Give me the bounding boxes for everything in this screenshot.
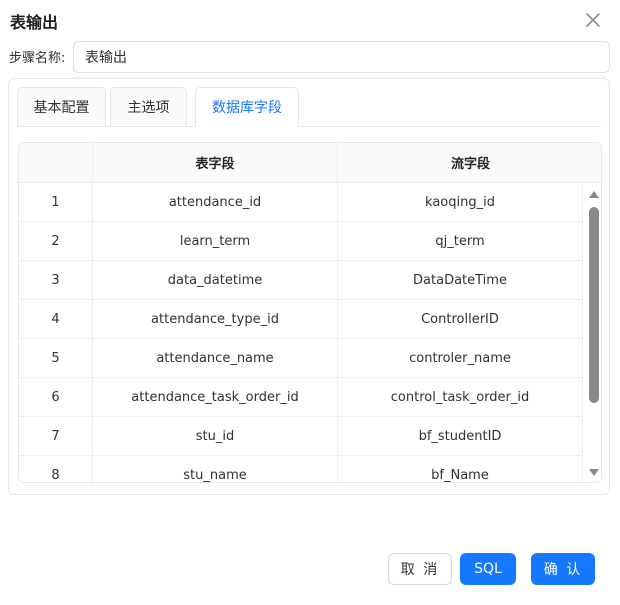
row-index: 3 (19, 261, 93, 299)
row-index: 8 (19, 456, 93, 482)
confirm-button[interactable]: 确 认 (531, 553, 595, 585)
header-stream-field: 流字段 (450, 157, 490, 172)
cancel-button[interactable]: 取 消 (388, 553, 452, 585)
table-field-cell[interactable]: attendance_id (93, 183, 338, 221)
row-index: 2 (19, 222, 93, 260)
stream-field-cell[interactable]: bf_Name (338, 456, 583, 482)
row-index: 7 (19, 417, 93, 455)
table-field-cell[interactable]: stu_name (93, 456, 338, 482)
tab-database-fields[interactable]: 数据库字段 (195, 87, 299, 127)
header-index (19, 143, 93, 182)
tab-basic-config[interactable]: 基本配置 (17, 87, 106, 127)
table-row[interactable]: 3 data_datetime DataDateTime (19, 261, 583, 300)
table-row[interactable]: 7 stu_id bf_studentID (19, 417, 583, 456)
table-field-cell[interactable]: attendance_type_id (93, 300, 338, 338)
close-button[interactable] (583, 10, 603, 30)
step-name-input[interactable] (73, 41, 610, 73)
stream-field-cell[interactable]: kaoqing_id (338, 183, 583, 221)
stream-field-cell[interactable]: bf_studentID (338, 417, 583, 455)
table-row[interactable]: 1 attendance_id kaoqing_id (19, 183, 583, 222)
row-index: 1 (19, 183, 93, 221)
row-index: 6 (19, 378, 93, 416)
stream-field-cell[interactable]: DataDateTime (338, 261, 583, 299)
table-row[interactable]: 2 learn_term qj_term (19, 222, 583, 261)
table-scrollbar[interactable] (585, 183, 601, 482)
table-row[interactable]: 6 attendance_task_order_id control_task_… (19, 378, 583, 417)
tab-main-options[interactable]: 主选项 (110, 87, 187, 127)
table-field-cell[interactable]: stu_id (93, 417, 338, 455)
scrollbar-thumb[interactable] (589, 207, 599, 403)
table-field-cell[interactable]: attendance_name (93, 339, 338, 377)
sql-button[interactable]: SQL (460, 553, 516, 585)
table-header: 表字段 流字段 (19, 143, 601, 183)
table-body: 1 attendance_id kaoqing_id 2 learn_term … (19, 183, 583, 482)
step-name-label: 步骤名称: (9, 51, 66, 66)
row-index: 5 (19, 339, 93, 377)
tab-bar: 基本配置 主选项 数据库字段 (17, 87, 601, 127)
table-field-cell[interactable]: attendance_task_order_id (93, 378, 338, 416)
stream-field-cell[interactable]: qj_term (338, 222, 583, 260)
field-mapping-table: 表字段 流字段 1 attendance_id kaoqing_id 2 lea… (18, 142, 602, 483)
table-row[interactable]: 4 attendance_type_id ControllerID (19, 300, 583, 339)
config-panel: 基本配置 主选项 数据库字段 表字段 流字段 1 attendance_id k… (8, 78, 610, 495)
stream-field-cell[interactable]: controler_name (338, 339, 583, 377)
table-output-dialog: 表输出 步骤名称: 基本配置 主选项 数据库字段 表字段 流字段 1 atten… (0, 0, 620, 605)
stream-field-cell[interactable]: ControllerID (338, 300, 583, 338)
table-row[interactable]: 8 stu_name bf_Name (19, 456, 583, 482)
dialog-title: 表输出 (10, 13, 59, 32)
header-table-field: 表字段 (93, 143, 338, 182)
table-row[interactable]: 5 attendance_name controler_name (19, 339, 583, 378)
table-field-cell[interactable]: data_datetime (93, 261, 338, 299)
arrow-down-icon[interactable] (589, 469, 599, 476)
close-icon (586, 13, 600, 27)
table-field-cell[interactable]: learn_term (93, 222, 338, 260)
row-index: 4 (19, 300, 93, 338)
stream-field-cell[interactable]: control_task_order_id (338, 378, 583, 416)
arrow-up-icon[interactable] (589, 191, 599, 198)
